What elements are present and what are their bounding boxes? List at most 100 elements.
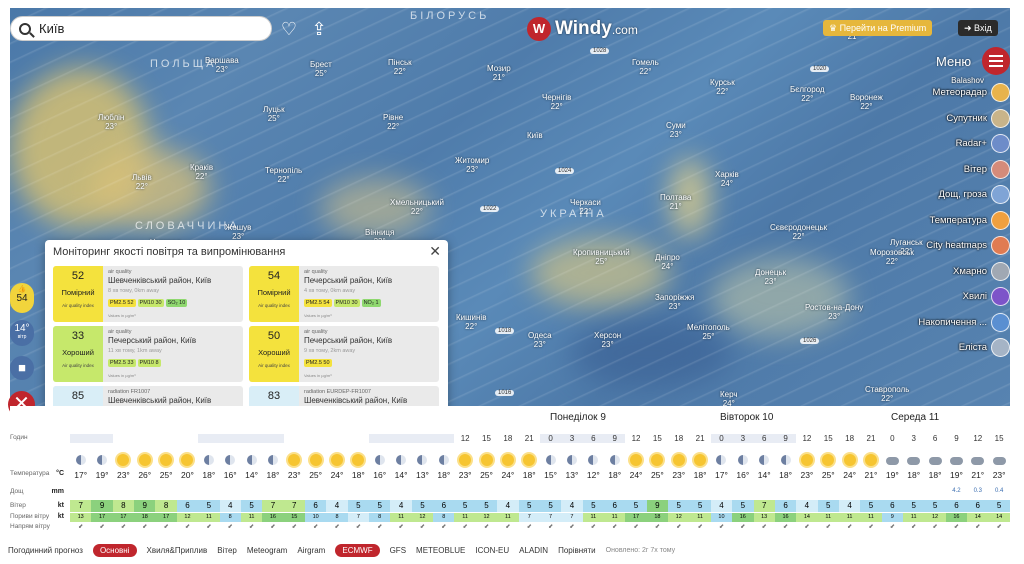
station-card[interactable]: 52 Помірний Air quality index air quality Ше… xyxy=(53,266,243,322)
layer-item[interactable]: Супутник xyxy=(850,106,1010,132)
rain-unit[interactable]: mm xyxy=(52,488,64,495)
layer-item[interactable]: Radar+ xyxy=(850,131,1010,157)
layer-item[interactable]: City heatmaps xyxy=(850,233,1010,259)
bottom-tab[interactable]: Погодинний прогноз xyxy=(8,546,83,555)
search-box[interactable] xyxy=(10,16,272,41)
station-card[interactable]: 54 Помірний Air quality index air quality Пе… xyxy=(249,266,439,322)
layer-thumb-icon xyxy=(991,210,1010,230)
level-value: 85 xyxy=(71,390,85,402)
city-label[interactable]: Керч 24° xyxy=(720,390,738,406)
temp-cell: 18° xyxy=(522,470,536,480)
rain-cell xyxy=(155,488,176,494)
city-label[interactable]: Гомель 22° xyxy=(632,58,659,76)
station-name: Печерський район, Київ xyxy=(108,336,197,345)
menu-button[interactable] xyxy=(982,47,1010,75)
city-label[interactable]: Херсон 23° xyxy=(594,331,621,349)
city-label[interactable]: Чернігів 22° xyxy=(542,93,571,111)
bottom-tab[interactable]: Основні xyxy=(92,543,137,557)
city-label[interactable]: Кишинів 22° xyxy=(456,313,486,331)
city-label[interactable]: Кракiв 22° xyxy=(190,163,213,181)
city-temp: 21° xyxy=(492,73,505,82)
city-temp: 25° xyxy=(314,69,327,78)
layer-item[interactable]: Температура xyxy=(850,208,1010,234)
city-label[interactable]: Тернопіль 22° xyxy=(265,166,302,184)
bottom-tab[interactable]: GFS xyxy=(390,546,406,555)
city-label[interactable]: Харків 24° xyxy=(715,170,739,188)
city-label[interactable]: Пінськ 22° xyxy=(388,58,412,76)
bottom-tab[interactable]: Meteogram xyxy=(247,546,287,555)
forecast-table[interactable]: Понеділок 9 Вівторок 10 Середа 11 Годин … xyxy=(10,406,1010,538)
bottom-tab[interactable]: ALADIN xyxy=(519,546,548,555)
temp-unit[interactable]: °C xyxy=(56,470,64,477)
city-label[interactable]: Полтава 21° xyxy=(660,193,691,211)
temp-badge[interactable]: 14° вітр xyxy=(10,320,34,346)
aqi-badge[interactable]: 👍 54 xyxy=(10,283,34,313)
city-label[interactable]: Донецьк 23° xyxy=(755,268,786,286)
city-name: Ставрополь xyxy=(865,385,910,394)
city-label[interactable]: Сєвєродонецьк 22° xyxy=(770,223,827,241)
city-label[interactable]: Луцьк 25° xyxy=(263,105,285,123)
city-label[interactable]: Мелітополь 25° xyxy=(687,323,730,341)
bottom-tab[interactable]: Хвиля&Приплив xyxy=(147,546,208,555)
windy-logo[interactable]: W Windy.com xyxy=(527,17,638,41)
bottom-tab[interactable]: ICON-EU xyxy=(475,546,509,555)
wind-unit[interactable]: kt xyxy=(58,502,64,509)
city-temp: 23° xyxy=(466,165,479,174)
city-label[interactable]: Люблін 23° xyxy=(98,113,124,131)
city-label[interactable]: Дніпро 24° xyxy=(655,253,680,271)
city-label[interactable]: Мозир 21° xyxy=(487,64,511,82)
share-icon[interactable]: ⇪ xyxy=(308,18,330,40)
station-card[interactable]: 50 Хороший Air quality index air quality Печ… xyxy=(249,326,439,382)
layer-item[interactable]: Накопичення ... xyxy=(850,310,1010,336)
bottom-tab[interactable]: ECMWF xyxy=(335,543,380,557)
search-input[interactable] xyxy=(39,21,239,36)
city-name: Черкаси xyxy=(570,198,601,207)
bottom-tab[interactable]: Вітер xyxy=(217,546,237,555)
station-card[interactable]: 33 Хороший Air quality index air quality Печ… xyxy=(53,326,243,382)
city-label[interactable]: Брест 25° xyxy=(310,60,332,78)
menu-label[interactable]: Меню xyxy=(936,54,971,69)
station-kind: air quality xyxy=(304,329,328,335)
gust-cell: 7 xyxy=(561,513,583,522)
layer-item[interactable]: Метеорадар xyxy=(850,80,1010,106)
cloud-icon xyxy=(971,457,985,465)
layer-item[interactable]: Хмарно xyxy=(850,259,1010,285)
wind-cell: 6 xyxy=(967,500,989,512)
wind-cell: 7 xyxy=(753,500,775,512)
hour-cell xyxy=(305,434,326,443)
login-button[interactable]: ➜ Вхід xyxy=(958,20,998,36)
camera-icon[interactable]: ■ xyxy=(10,356,34,380)
rain-cell xyxy=(818,488,839,494)
bottom-tab[interactable]: Порівняти xyxy=(558,546,596,555)
layer-item[interactable]: Дощ, гроза xyxy=(850,182,1010,208)
city-label[interactable]: Львів 22° xyxy=(132,173,152,191)
city-label[interactable]: Житомир 23° xyxy=(455,156,489,174)
layer-item[interactable]: Еліста xyxy=(850,335,1010,361)
city-temp: 23° xyxy=(601,340,614,349)
premium-button[interactable]: ♛ Перейти на Premium xyxy=(823,20,933,36)
gust-unit[interactable]: kt xyxy=(58,513,64,520)
city-label[interactable]: Ставрополь 22° xyxy=(865,385,909,403)
hour-cell xyxy=(348,434,369,443)
close-icon[interactable]: ✕ xyxy=(429,243,441,260)
layer-item[interactable]: Вітер xyxy=(850,157,1010,183)
city-label[interactable]: Запоріжжя 23° xyxy=(655,293,694,311)
city-label[interactable]: Рівне 22° xyxy=(383,113,403,131)
hour-cell: 0 xyxy=(710,434,733,443)
layer-item[interactable]: Хвилі xyxy=(850,284,1010,310)
bottom-tab[interactable]: Airgram xyxy=(297,546,325,555)
city-label[interactable]: Київ xyxy=(527,131,543,140)
city-label[interactable]: Суми 23° xyxy=(666,121,686,139)
temp-sub: вітр xyxy=(17,334,27,340)
city-label[interactable]: Бєлгород 22° xyxy=(790,85,825,103)
city-label[interactable]: Кропивницький 25° xyxy=(573,248,630,266)
heart-icon[interactable]: ♡ xyxy=(278,18,300,40)
city-label[interactable]: Курськ 22° xyxy=(710,78,735,96)
layer-label: Хвилі xyxy=(962,291,987,303)
level-value: 83 xyxy=(267,390,281,402)
city-label[interactable]: Хмельницький 22° xyxy=(390,198,444,216)
city-label[interactable]: Одеса 23° xyxy=(528,331,552,349)
bottom-tab[interactable]: METEOBLUE xyxy=(416,546,465,555)
city-name: Мозир xyxy=(487,64,511,73)
wind-cell: 6 xyxy=(881,500,904,512)
